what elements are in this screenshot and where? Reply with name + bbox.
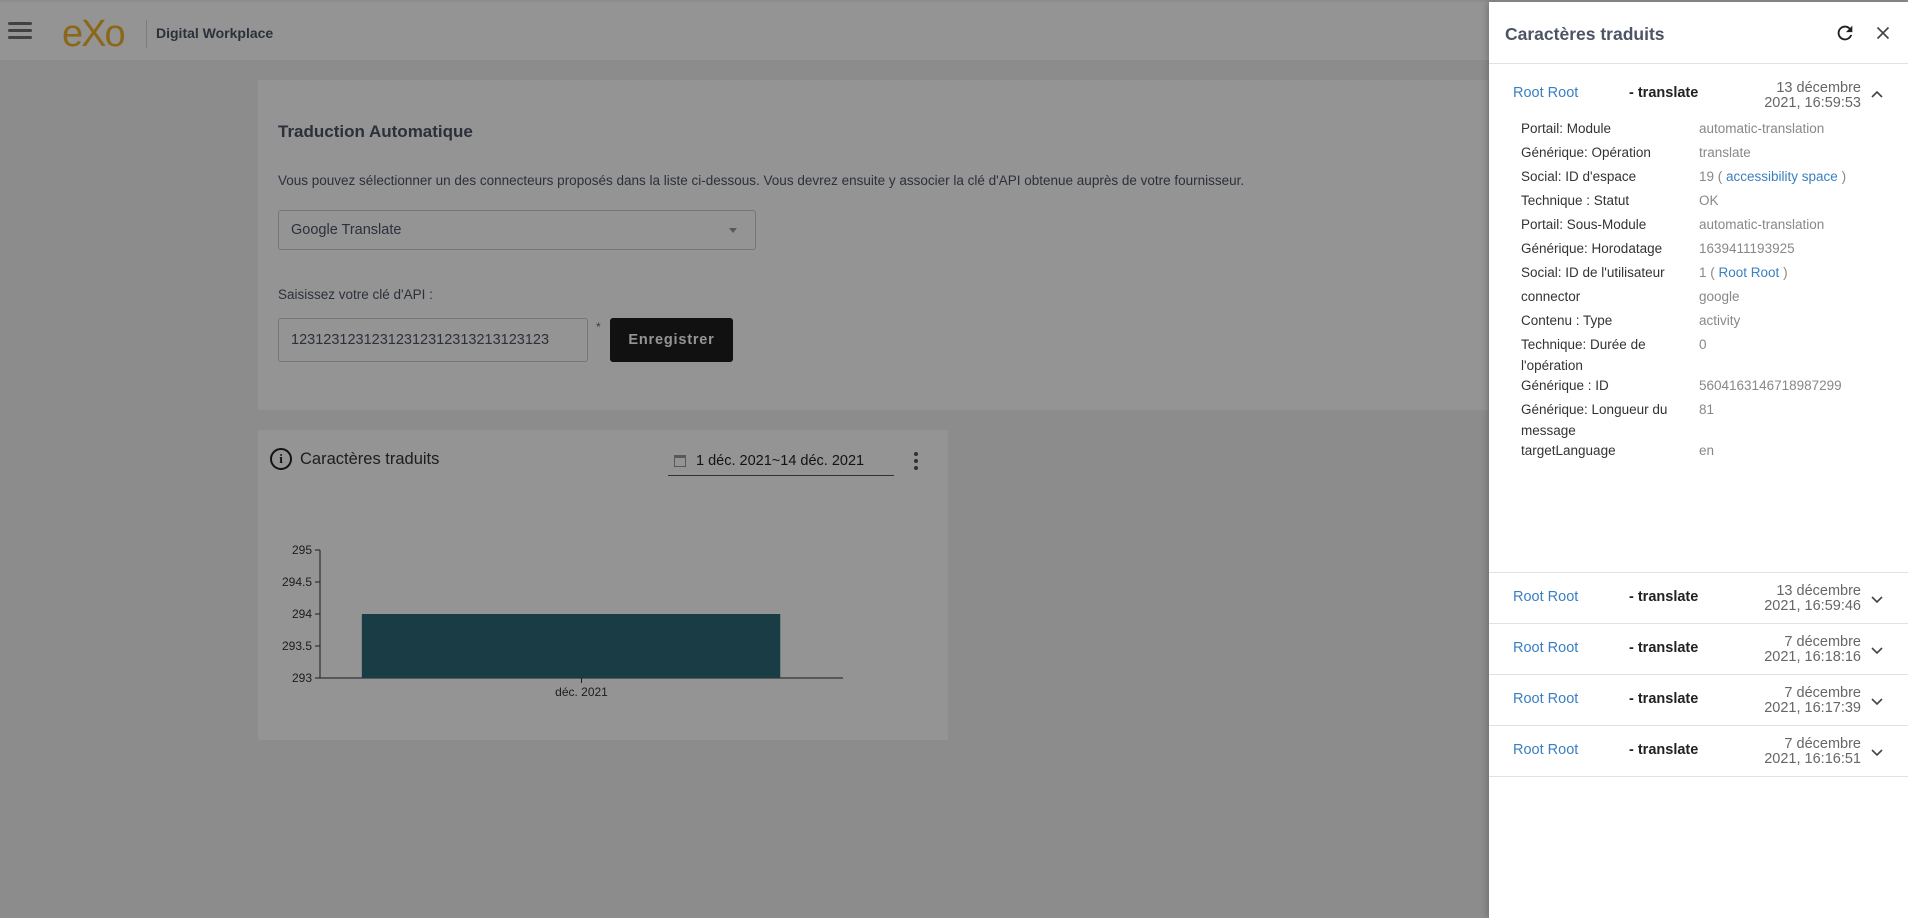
entry-date: 7 décembre 2021, 16:17:39	[1741, 686, 1861, 716]
detail-key: Social: ID d'espace	[1521, 169, 1637, 184]
detail-value: activity	[1699, 313, 1741, 328]
detail-key: Générique : ID	[1521, 378, 1609, 393]
entry-operation: - translate	[1629, 742, 1699, 758]
detail-key: Portail: Module	[1521, 121, 1612, 136]
entry-operation: - translate	[1629, 85, 1699, 101]
entry-operation: - translate	[1629, 640, 1699, 656]
detail-key: Portail: Sous-Module	[1521, 217, 1647, 232]
chevron-down-icon[interactable]	[1869, 591, 1885, 607]
detail-key: Contenu : Type	[1521, 313, 1613, 328]
detail-key: Social: ID de l'utilisateur	[1521, 265, 1665, 280]
drawer-header: Caractères traduits	[1489, 2, 1908, 64]
entry-date-line2: 2021, 16:18:16	[1764, 649, 1861, 665]
detail-value: 1639411193925	[1699, 241, 1795, 256]
chevron-down-icon[interactable]	[1869, 744, 1885, 760]
detail-key: Technique : Statut	[1521, 193, 1630, 208]
detail-key: Générique: Horodatage	[1521, 241, 1663, 256]
entry-date-line2: 2021, 16:16:51	[1764, 751, 1861, 767]
log-entry[interactable]: Root Root - translate 7 décembre 2021, 1…	[1489, 726, 1908, 777]
entry-user-link[interactable]: Root Root	[1513, 640, 1578, 656]
detail-value: en	[1699, 443, 1715, 458]
detail-key: targetLanguage	[1521, 443, 1616, 458]
detail-key: Générique: Longueur du message	[1521, 402, 1668, 438]
chevron-up-icon[interactable]	[1869, 87, 1885, 103]
log-entry: Root Root - translate 13 décembre 2021, …	[1489, 65, 1908, 573]
detail-key: Générique: Opération	[1521, 145, 1651, 160]
close-icon[interactable]	[1872, 22, 1894, 44]
log-entry[interactable]: Root Root - translate 7 décembre 2021, 1…	[1489, 675, 1908, 726]
chevron-down-icon[interactable]	[1869, 642, 1885, 658]
entry-date-line1: 13 décembre	[1776, 583, 1861, 599]
entry-date: 7 décembre 2021, 16:18:16	[1741, 635, 1861, 665]
entry-date-line2: 2021, 16:59:46	[1764, 598, 1861, 614]
entry-date-line1: 13 décembre	[1776, 80, 1861, 96]
chevron-down-icon[interactable]	[1869, 693, 1885, 709]
entry-operation: - translate	[1629, 691, 1699, 707]
entry-user-link[interactable]: Root Root	[1513, 85, 1578, 101]
detail-value: 19 ( accessibility space )	[1699, 169, 1847, 184]
entry-operation: - translate	[1629, 589, 1699, 605]
detail-value: 0	[1699, 337, 1707, 352]
details-drawer: Caractères traduits Root Root - translat…	[1489, 2, 1908, 918]
detail-value: google	[1699, 289, 1740, 304]
entry-user-link[interactable]: Root Root	[1513, 589, 1578, 605]
entry-date: 13 décembre 2021, 16:59:46	[1741, 584, 1861, 614]
entry-user-link[interactable]: Root Root	[1513, 742, 1578, 758]
entry-date-line2: 2021, 16:17:39	[1764, 700, 1861, 716]
log-entry[interactable]: Root Root - translate 13 décembre 2021, …	[1489, 573, 1908, 624]
detail-value: OK	[1699, 193, 1719, 208]
drawer-title: Caractères traduits	[1505, 24, 1665, 44]
detail-value: translate	[1699, 145, 1751, 160]
detail-key: connector	[1521, 289, 1581, 304]
entry-date-line1: 7 décembre	[1784, 634, 1861, 650]
detail-value: automatic-translation	[1699, 121, 1825, 136]
entry-date-line1: 7 décembre	[1784, 685, 1861, 701]
detail-value: 5604163146718987299	[1699, 378, 1842, 393]
detail-link[interactable]: Root Root	[1719, 265, 1780, 280]
entry-date: 7 décembre 2021, 16:16:51	[1741, 737, 1861, 767]
entry-date: 13 décembre 2021, 16:59:53	[1741, 81, 1861, 111]
detail-key: Technique: Durée de l'opération	[1521, 337, 1646, 373]
detail-value: 1 ( Root Root )	[1699, 265, 1788, 280]
refresh-icon[interactable]	[1834, 22, 1856, 44]
detail-value: automatic-translation	[1699, 217, 1825, 232]
detail-value: 81	[1699, 402, 1715, 417]
entry-date-line1: 7 décembre	[1784, 736, 1861, 752]
entry-user-link[interactable]: Root Root	[1513, 691, 1578, 707]
log-entry[interactable]: Root Root - translate 7 décembre 2021, 1…	[1489, 624, 1908, 675]
entry-date-line2: 2021, 16:59:53	[1764, 95, 1861, 111]
detail-link[interactable]: accessibility space	[1726, 169, 1838, 184]
